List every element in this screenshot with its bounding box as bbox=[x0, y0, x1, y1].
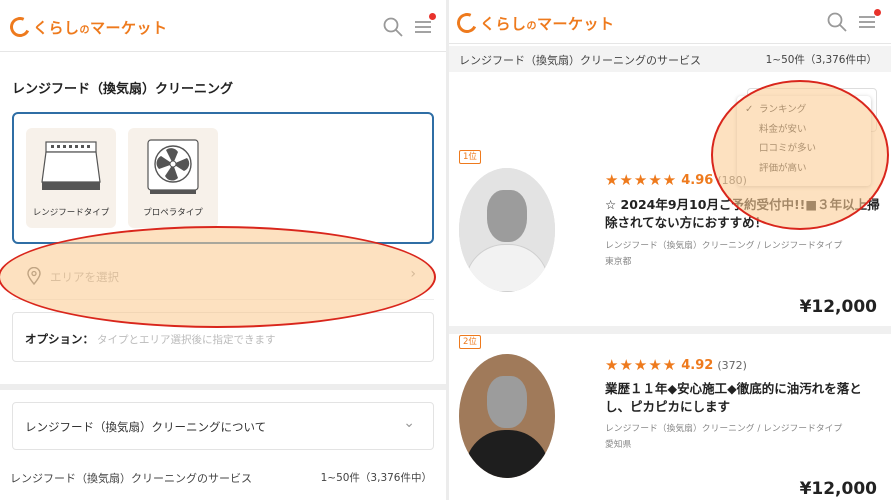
services-bar: レンジフード（換気扇）クリーニングのサービス 1~50件（3,376件中） bbox=[0, 464, 446, 490]
logo-mark-icon bbox=[7, 14, 33, 40]
area-select-row[interactable]: エリアを選択 › bbox=[12, 252, 434, 300]
listing-category: レンジフード（換気扇）クリーニング / レンジフードタイプ bbox=[605, 424, 843, 434]
type-card-propeller[interactable]: プロペラタイプ bbox=[128, 128, 218, 228]
brand-name-prefix: くらし bbox=[33, 18, 80, 37]
star-icons: ★★★★★ bbox=[605, 356, 678, 374]
rating-stars: ★★★★★ 4.92 (372) bbox=[605, 356, 747, 374]
sort-option-reviews[interactable]: 口コミが多い bbox=[737, 139, 871, 159]
brand-name-suffix: マーケット bbox=[537, 14, 615, 33]
type-card-range-hood[interactable]: レンジフードタイプ bbox=[26, 128, 116, 228]
provider-avatar bbox=[459, 354, 555, 478]
services-bar: レンジフード（換気扇）クリーニングのサービス 1~50件（3,376件中） bbox=[449, 46, 891, 72]
review-count: (372) bbox=[717, 358, 747, 372]
listing-price: ¥12,000 bbox=[799, 479, 877, 499]
services-count: 1~50件（3,376件中） bbox=[320, 472, 432, 484]
brand-name-no: の bbox=[79, 24, 91, 36]
right-screen: くらしのマーケット レンジフード（換気扇）クリーニングのサービス 1~50件（3… bbox=[449, 0, 891, 500]
sort-option-label: ランキング bbox=[759, 104, 807, 115]
page-title: レンジフード（換気扇）クリーニング bbox=[12, 82, 234, 97]
header: くらしのマーケット bbox=[449, 0, 891, 44]
services-count: 1~50件（3,376件中） bbox=[765, 54, 877, 66]
type-card-label: レンジフードタイプ bbox=[32, 208, 110, 218]
type-card-label: プロペラタイプ bbox=[143, 208, 203, 218]
rating-value: 4.96 bbox=[681, 172, 714, 188]
about-label: レンジフード（換気扇）クリーニングについて bbox=[25, 420, 267, 434]
propeller-fan-icon bbox=[147, 139, 199, 194]
check-icon: ✓ bbox=[745, 104, 754, 115]
services-title: レンジフード（換気扇）クリーニングのサービス bbox=[10, 472, 252, 485]
type-selector: レンジフードタイプ プロペラタイプ bbox=[12, 112, 434, 244]
brand-name-no: の bbox=[526, 20, 538, 32]
option-label: オプション： bbox=[25, 332, 94, 346]
sort-dropdown-menu: ✓ ランキング 料金が安い 口コミが多い 評価が高い bbox=[737, 96, 871, 186]
sort-option-label: 料金が安い bbox=[759, 123, 807, 135]
brand-name-prefix: くらし bbox=[480, 14, 527, 33]
sort-option-label: 口コミが多い bbox=[759, 143, 817, 154]
listing-category: レンジフード（換気扇）クリーニング / レンジフードタイプ bbox=[605, 241, 843, 251]
header: くらしのマーケット bbox=[0, 0, 446, 52]
search-icon[interactable] bbox=[826, 11, 848, 33]
provider-avatar bbox=[459, 168, 555, 292]
about-accordion[interactable]: レンジフード（換気扇）クリーニングについて ⌄ bbox=[12, 402, 434, 450]
sort-option-label: 評価が高い bbox=[759, 162, 807, 174]
sort-option-rating[interactable]: 評価が高い bbox=[737, 159, 871, 179]
notification-dot bbox=[429, 13, 436, 20]
listing-title[interactable]: 業歴１１年◆安心施工◆徹底的に油汚れを落とし、ピカピカにします bbox=[605, 380, 881, 416]
brand-name-suffix: マーケット bbox=[90, 18, 168, 37]
brand-logo[interactable]: くらしのマーケット bbox=[7, 14, 168, 40]
rank-badge: 1位 bbox=[459, 150, 481, 164]
search-icon[interactable] bbox=[382, 16, 404, 38]
review-count: (180) bbox=[717, 173, 747, 187]
notification-dot bbox=[874, 9, 881, 16]
left-screen: くらしのマーケット レンジフード（換気扇）クリーニング レンジフードタイプ プロ… bbox=[0, 0, 446, 500]
location-pin-icon bbox=[27, 267, 41, 285]
area-placeholder: エリアを選択 bbox=[50, 270, 119, 284]
brand-logo[interactable]: くらしのマーケット bbox=[454, 10, 615, 36]
listing-location: 愛知県 bbox=[605, 440, 632, 450]
option-hint: タイプとエリア選択後に指定できます bbox=[97, 334, 276, 346]
rating-stars: ★★★★★ 4.96 (180) bbox=[605, 171, 747, 189]
services-title: レンジフード（換気扇）クリーニングのサービス bbox=[459, 54, 701, 67]
rating-value: 4.92 bbox=[681, 357, 714, 373]
chevron-down-icon: ⌄ bbox=[403, 415, 415, 431]
listing-price: ¥12,000 bbox=[799, 297, 877, 317]
listing-location: 東京都 bbox=[605, 257, 632, 267]
logo-mark-icon bbox=[454, 10, 480, 36]
listing-title[interactable]: ☆ 2024年9月10月ご予約受付中!!■３年以上掃除されてない方におすすめ！ bbox=[605, 196, 881, 232]
listing-separator bbox=[449, 326, 891, 334]
option-row: オプション： タイプとエリア選択後に指定できます bbox=[12, 312, 434, 362]
chevron-right-icon: › bbox=[410, 266, 416, 282]
sort-option-price[interactable]: 料金が安い bbox=[737, 120, 871, 140]
range-hood-icon bbox=[41, 141, 101, 190]
sort-option-ranking[interactable]: ✓ ランキング bbox=[737, 100, 871, 120]
star-icons: ★★★★★ bbox=[605, 171, 678, 189]
rank-badge: 2位 bbox=[459, 335, 481, 349]
section-divider bbox=[0, 384, 446, 390]
